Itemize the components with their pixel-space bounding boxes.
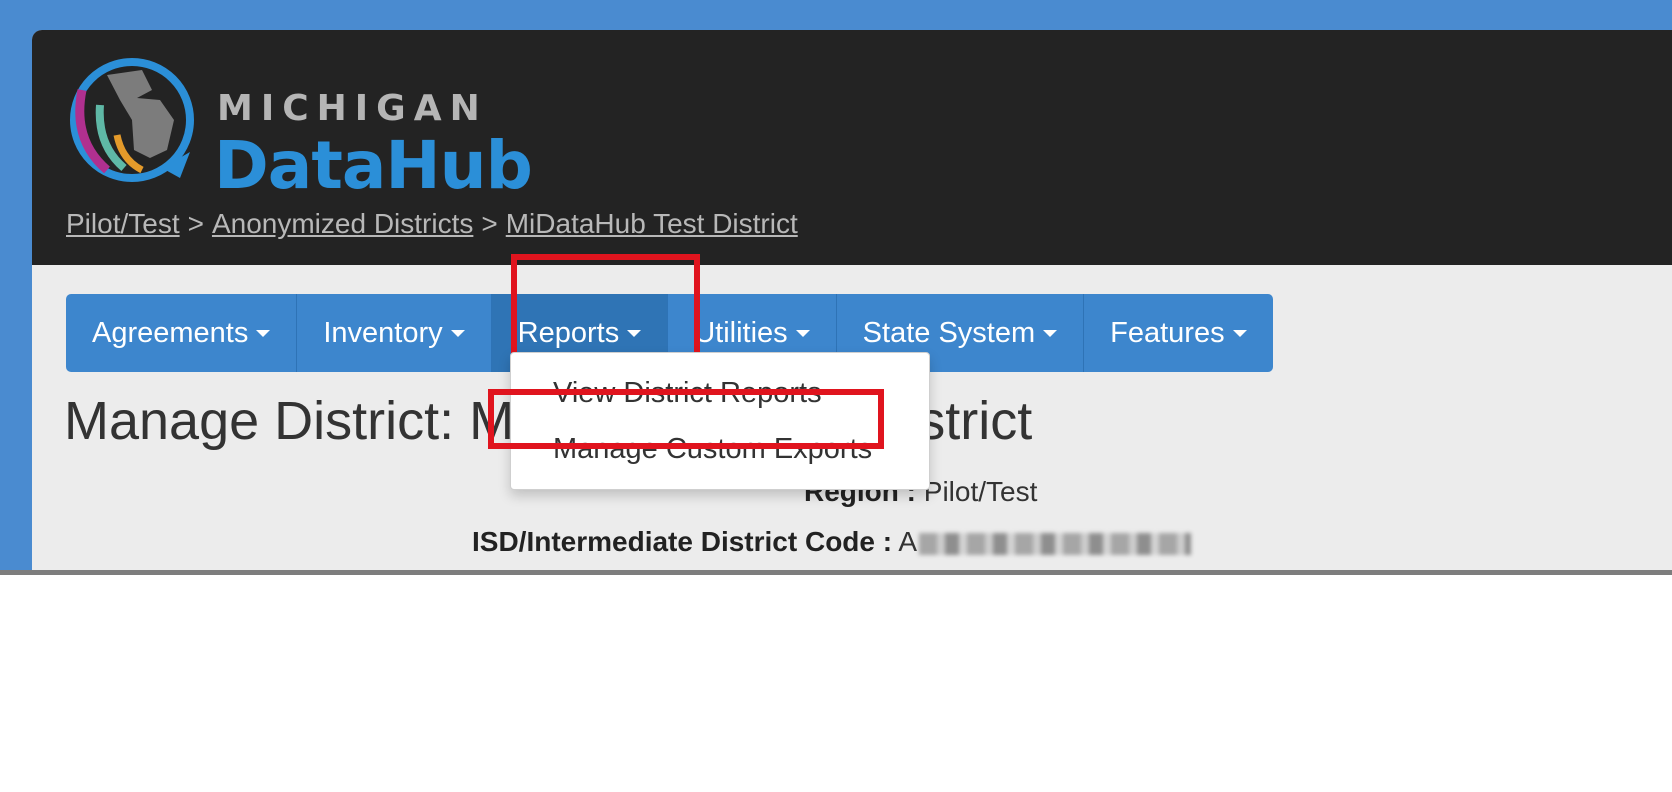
logo-michigan-text: MICHIGAN bbox=[217, 88, 488, 129]
reflection-fade bbox=[0, 575, 1672, 792]
site-header: MICHIGAN DataHub Pilot/Test > Anonymized D… bbox=[32, 30, 1672, 265]
screenshot-frame: MICHIGAN DataHub Pilot/Test > Anonymized D… bbox=[0, 0, 1672, 612]
breadcrumb-region-link[interactable]: Pilot/Test bbox=[66, 208, 180, 239]
logo-datahub-text: DataHub bbox=[214, 127, 533, 204]
nav-utilities-label: Utilities bbox=[694, 316, 788, 349]
caret-down-icon bbox=[256, 329, 271, 337]
custom-exports-highlight-box bbox=[488, 389, 884, 449]
nav-features-label: Features bbox=[1110, 316, 1225, 349]
caret-down-icon bbox=[795, 329, 810, 337]
nav-agreements-dropdown[interactable]: Agreements bbox=[66, 294, 298, 372]
caret-down-icon bbox=[1043, 329, 1058, 337]
browser-window: MICHIGAN DataHub Pilot/Test > Anonymized D… bbox=[32, 30, 1672, 612]
breadcrumb: Pilot/Test > Anonymized Districts > MiDataHu… bbox=[66, 208, 798, 240]
logo-data-text: Data bbox=[214, 127, 386, 204]
nav-inventory-dropdown[interactable]: Inventory bbox=[297, 294, 492, 372]
breadcrumb-separator: > bbox=[481, 208, 498, 239]
midatahub-logo[interactable]: MICHIGAN DataHub bbox=[62, 50, 533, 202]
caret-down-icon bbox=[450, 329, 465, 337]
nav-state-system-label: State System bbox=[862, 316, 1036, 349]
reports-highlight-box bbox=[511, 254, 700, 362]
redacted-value bbox=[919, 532, 1192, 555]
breadcrumb-district-link[interactable]: MiDataHub Test District bbox=[506, 208, 798, 239]
logo-hub-text: Hub bbox=[385, 127, 532, 204]
breadcrumb-group-link[interactable]: Anonymized Districts bbox=[212, 208, 473, 239]
isd-code-value: A bbox=[898, 526, 918, 557]
nav-agreements-label: Agreements bbox=[92, 316, 249, 349]
mirror-reflection bbox=[0, 575, 1672, 792]
breadcrumb-separator: > bbox=[187, 208, 204, 239]
caret-down-icon bbox=[1232, 329, 1247, 337]
michigan-map-arrows-icon bbox=[70, 58, 194, 182]
isd-code-label: ISD/Intermediate District Code : bbox=[472, 526, 893, 557]
isd-code-field: ISD/Intermediate District Code : A bbox=[472, 526, 1192, 558]
nav-inventory-label: Inventory bbox=[323, 316, 443, 349]
nav-features-dropdown[interactable]: Features bbox=[1084, 294, 1272, 372]
region-value: Pilot/Test bbox=[923, 476, 1038, 507]
